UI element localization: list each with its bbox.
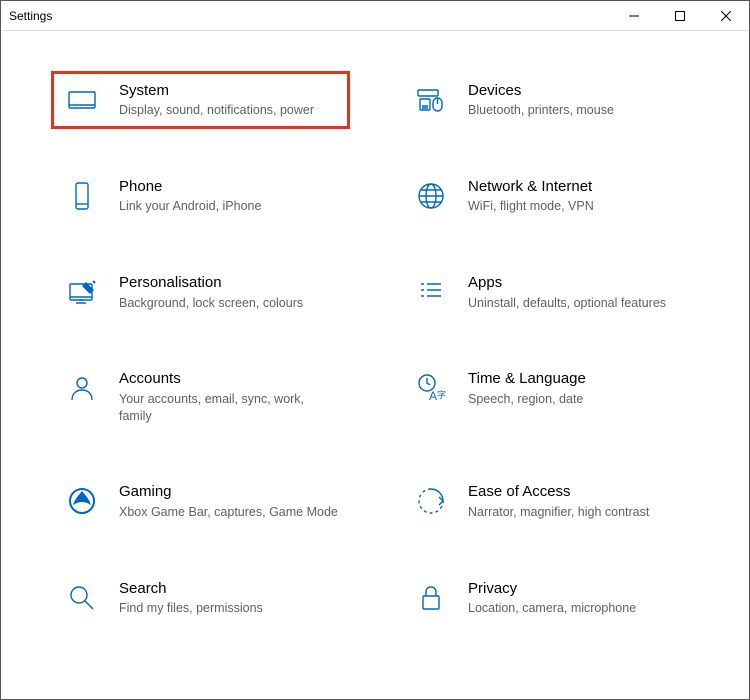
category-title: Gaming [119,482,338,502]
category-desc: Xbox Game Bar, captures, Game Mode [119,504,338,521]
category-text: System Display, sound, notifications, po… [119,81,338,119]
category-desc: Uninstall, defaults, optional features [468,295,687,312]
category-title: Apps [468,273,687,293]
system-icon [65,83,99,117]
personalisation-icon [65,275,99,309]
category-desc: Your accounts, email, sync, work, family [119,391,338,425]
category-text: Phone Link your Android, iPhone [119,177,338,215]
category-title: Phone [119,177,338,197]
time-language-icon: A字 [414,371,448,405]
devices-icon [414,83,448,117]
category-time-language[interactable]: A字 Time & Language Speech, region, date [400,359,699,434]
category-desc: Display, sound, notifications, power [119,102,338,119]
category-title: Network & Internet [468,177,687,197]
category-text: Time & Language Speech, region, date [468,369,687,407]
minimize-icon [629,11,639,21]
category-text: Accounts Your accounts, email, sync, wor… [119,369,338,424]
search-icon [65,581,99,615]
category-text: Apps Uninstall, defaults, optional featu… [468,273,687,311]
ease-of-access-icon [414,484,448,518]
category-title: Devices [468,81,687,101]
category-search[interactable]: Search Find my files, permissions [51,569,350,627]
category-desc: Narrator, magnifier, high contrast [468,504,687,521]
phone-icon [65,179,99,213]
category-ease-of-access[interactable]: Ease of Access Narrator, magnifier, high… [400,472,699,530]
category-text: Gaming Xbox Game Bar, captures, Game Mod… [119,482,338,520]
category-desc: WiFi, flight mode, VPN [468,198,687,215]
close-button[interactable] [703,1,749,30]
category-text: Ease of Access Narrator, magnifier, high… [468,482,687,520]
settings-grid: System Display, sound, notifications, po… [1,31,749,647]
gaming-icon [65,484,99,518]
person-icon [65,371,99,405]
category-title: Privacy [468,579,687,599]
category-phone[interactable]: Phone Link your Android, iPhone [51,167,350,225]
category-title: Search [119,579,338,599]
category-text: Search Find my files, permissions [119,579,338,617]
category-desc: Background, lock screen, colours [119,295,338,312]
globe-icon [414,179,448,213]
category-title: Accounts [119,369,338,389]
category-desc: Bluetooth, printers, mouse [468,102,687,119]
category-devices[interactable]: Devices Bluetooth, printers, mouse [400,71,699,129]
window-controls [611,1,749,30]
svg-text:字: 字 [437,389,446,400]
svg-text:A: A [429,389,437,403]
category-desc: Find my files, permissions [119,600,338,617]
category-text: Devices Bluetooth, printers, mouse [468,81,687,119]
lock-icon [414,581,448,615]
category-text: Privacy Location, camera, microphone [468,579,687,617]
category-text: Personalisation Background, lock screen,… [119,273,338,311]
category-desc: Speech, region, date [468,391,687,408]
apps-icon [414,275,448,309]
category-gaming[interactable]: Gaming Xbox Game Bar, captures, Game Mod… [51,472,350,530]
category-text: Network & Internet WiFi, flight mode, VP… [468,177,687,215]
category-title: System [119,81,338,101]
category-title: Ease of Access [468,482,687,502]
category-personalisation[interactable]: Personalisation Background, lock screen,… [51,263,350,321]
category-title: Personalisation [119,273,338,293]
category-privacy[interactable]: Privacy Location, camera, microphone [400,569,699,627]
category-system[interactable]: System Display, sound, notifications, po… [51,71,350,129]
window-title: Settings [9,9,52,23]
category-title: Time & Language [468,369,687,389]
close-icon [721,11,731,21]
category-accounts[interactable]: Accounts Your accounts, email, sync, wor… [51,359,350,434]
minimize-button[interactable] [611,1,657,30]
category-desc: Location, camera, microphone [468,600,687,617]
titlebar: Settings [1,1,749,31]
maximize-button[interactable] [657,1,703,30]
maximize-icon [675,11,685,21]
category-apps[interactable]: Apps Uninstall, defaults, optional featu… [400,263,699,321]
category-network[interactable]: Network & Internet WiFi, flight mode, VP… [400,167,699,225]
category-desc: Link your Android, iPhone [119,198,338,215]
